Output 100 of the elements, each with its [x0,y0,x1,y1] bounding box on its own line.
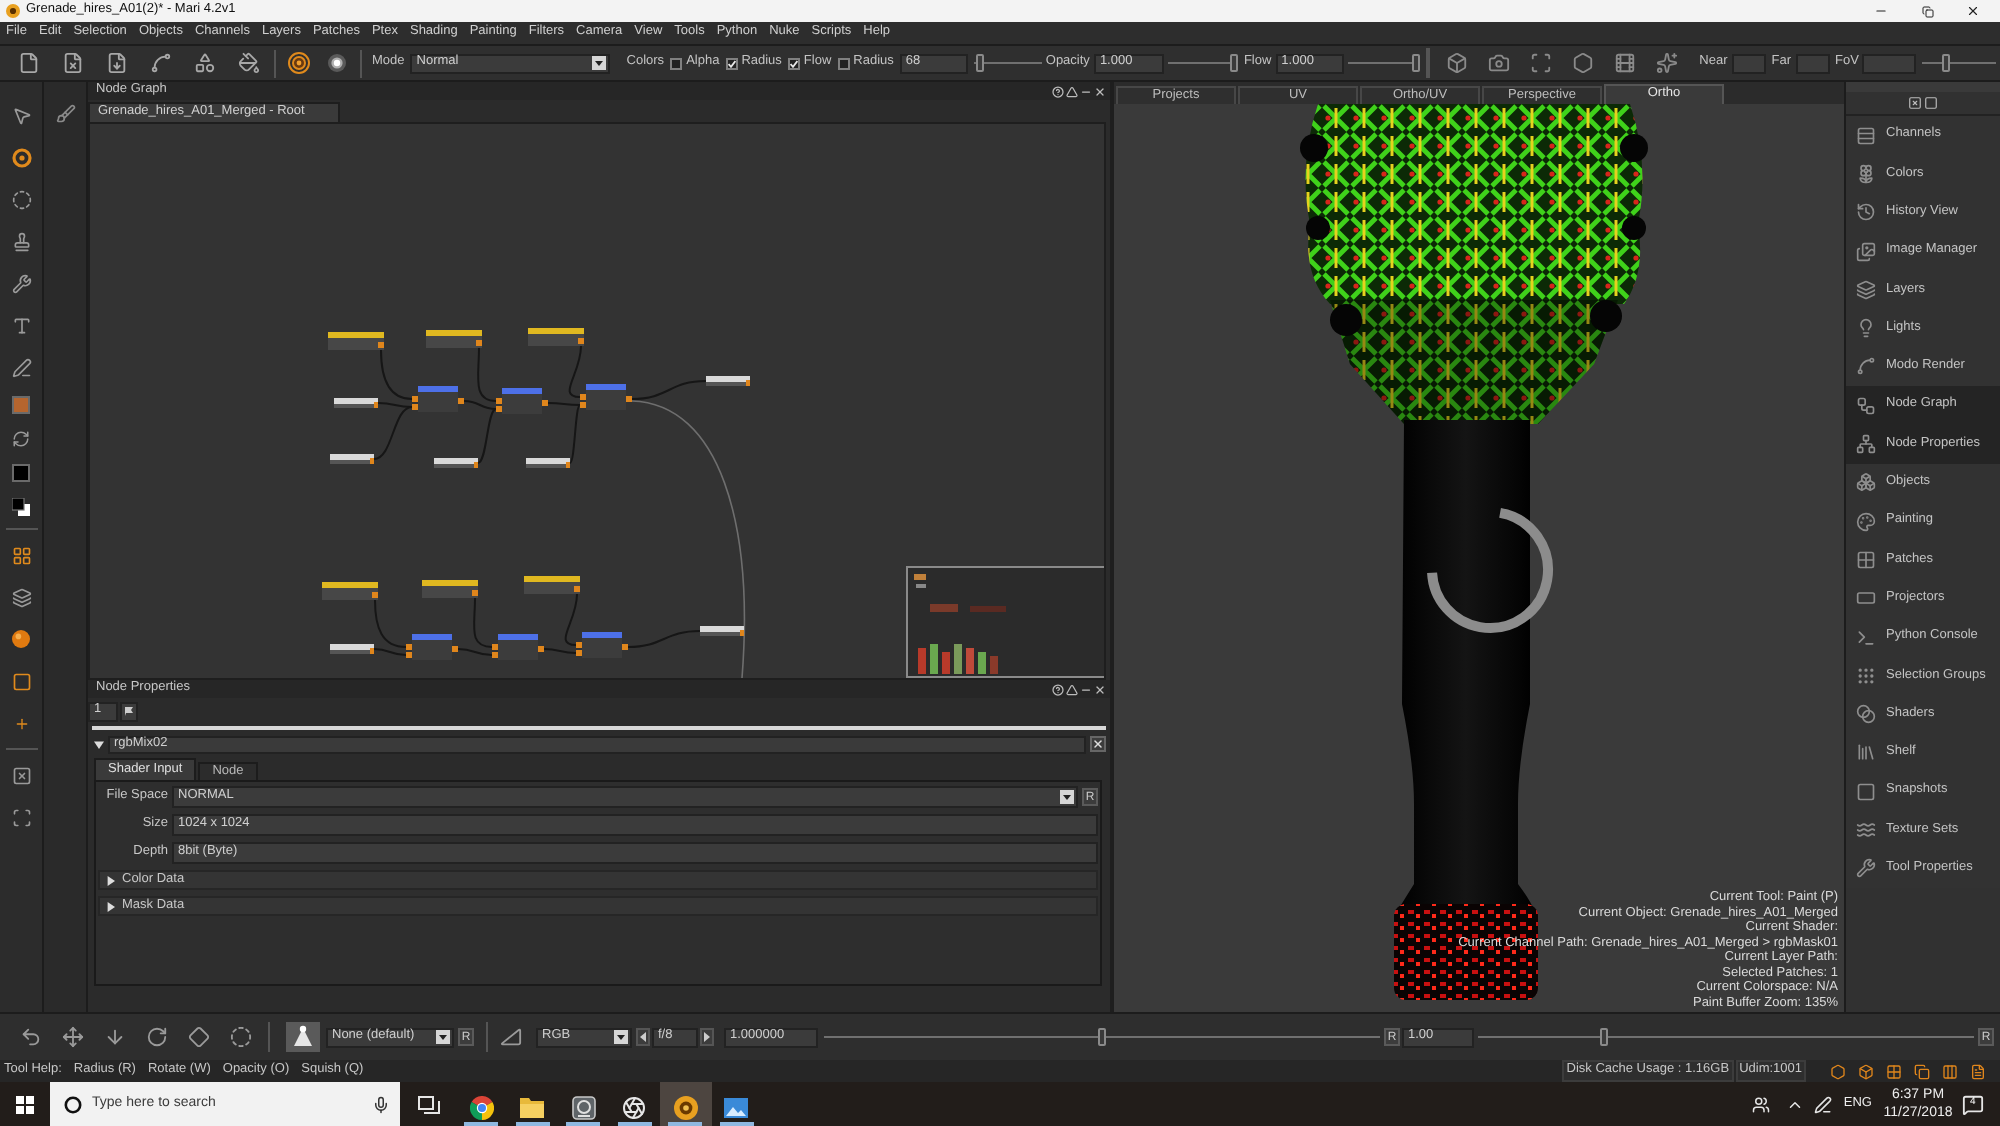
grid-icon[interactable] [1886,1063,1902,1079]
grid-icon[interactable] [1856,549,1876,570]
checkbox[interactable] [670,57,683,69]
cube-icon[interactable] [1445,52,1468,74]
folder-icon[interactable] [520,1097,545,1117]
refresh-icon[interactable] [12,430,30,448]
swatch-icon[interactable] [12,464,30,482]
checkbox[interactable] [837,57,850,69]
cube-icon[interactable] [1858,1063,1874,1079]
minimize-icon[interactable] [1080,683,1092,695]
ring-dot-icon[interactable] [11,147,31,167]
columns-icon[interactable] [1942,1063,1958,1079]
four-squares-icon[interactable] [16,1095,34,1113]
graph-node[interactable] [434,458,478,468]
waves-icon[interactable] [1856,819,1876,840]
next-icon[interactable] [704,1032,710,1042]
images-icon[interactable] [1856,241,1876,262]
graph-node[interactable] [576,632,628,658]
near-field[interactable] [1731,53,1766,73]
pin-button[interactable] [120,701,138,721]
grid-icon[interactable] [11,545,31,565]
graph-node[interactable] [422,580,478,598]
radius-slider[interactable] [973,54,1042,72]
help-icon[interactable] [1052,683,1064,695]
layers-icon[interactable] [1856,279,1876,300]
stamp-icon[interactable] [11,231,31,251]
slider-thumb[interactable] [1098,1028,1106,1046]
tricolor-circle-icon[interactable] [469,1095,494,1119]
slider-thumb[interactable] [1229,54,1238,72]
books-icon[interactable] [1856,742,1876,763]
move-icon[interactable] [62,1026,84,1048]
far-field[interactable] [1795,53,1830,73]
dropdown-arrow-icon[interactable] [1060,790,1074,804]
sphere-icon[interactable] [12,630,30,648]
triangle-icon[interactable] [1066,85,1078,97]
file-download-icon[interactable] [105,52,127,74]
slider-thumb[interactable] [1600,1028,1608,1046]
palette-icon[interactable] [1856,511,1876,532]
graph-node[interactable] [328,332,384,350]
brush-icon[interactable] [55,104,75,124]
graph-node[interactable] [412,386,464,412]
overlapping-circles-icon[interactable] [1856,704,1876,725]
paint-bucket-icon[interactable] [237,52,259,74]
graph-node[interactable] [330,644,374,654]
pointer-icon[interactable] [11,105,31,125]
graph-node[interactable] [528,328,584,346]
picture-icon[interactable] [724,1097,749,1117]
plus-icon[interactable] [13,715,29,731]
rectangle-icon[interactable] [1856,588,1876,609]
undo-icon[interactable] [20,1026,42,1048]
expand-triangle-icon[interactable] [94,739,104,749]
frames-icon[interactable] [417,1095,439,1113]
file-icon[interactable] [17,52,39,74]
disc-icon[interactable] [673,1095,698,1119]
help-icon[interactable] [1052,85,1064,97]
square-icon[interactable] [11,671,31,691]
ring-icon[interactable] [64,1095,82,1113]
aperture-icon[interactable] [622,1095,647,1119]
opacity-slider[interactable] [1167,54,1238,72]
dashed-circle-icon[interactable] [230,1026,252,1048]
glow-dot-icon[interactable] [327,54,345,72]
hexagon-icon[interactable] [1830,1063,1846,1079]
history-icon[interactable] [1856,202,1876,223]
dots-grid-icon[interactable] [1856,665,1876,686]
checkbox[interactable] [725,57,738,69]
square-icon[interactable] [1924,96,1938,110]
dashed-circle-icon[interactable] [11,189,31,209]
graph-node[interactable] [700,626,744,636]
square-x-icon[interactable] [11,765,31,785]
hexagon-icon[interactable] [1571,52,1594,74]
film-icon[interactable] [1613,52,1636,74]
minimap-drawing[interactable] [906,566,1104,678]
text-tool-icon[interactable] [11,315,31,335]
diamond-icon[interactable] [188,1026,210,1048]
spline-icon[interactable] [1856,356,1876,377]
flag-icon[interactable] [124,706,134,716]
expand-triangle-icon[interactable] [106,875,116,885]
flow-slider[interactable] [1347,54,1420,72]
graph-node[interactable] [706,376,750,386]
arrow-down-icon[interactable] [104,1026,126,1048]
hard-drive-icon[interactable] [571,1095,596,1119]
file-x-icon[interactable] [61,52,83,74]
swatch-pair-icon[interactable] [12,498,30,516]
flower-icon[interactable] [1856,163,1876,184]
minimize-icon[interactable] [1874,4,1888,18]
target-icon[interactable] [287,52,309,74]
shapes-icon[interactable] [193,52,215,74]
rotate-icon[interactable] [146,1026,168,1048]
next-button[interactable] [700,1028,714,1046]
slider-thumb[interactable] [976,54,985,72]
boxes-icon[interactable] [1856,472,1876,493]
copy-icon[interactable] [1914,1063,1930,1079]
wrench-icon[interactable] [1856,858,1876,879]
fov-field[interactable] [1862,53,1917,73]
dropdown-arrow-icon[interactable] [614,1030,628,1044]
page-icon[interactable] [1970,1063,1986,1079]
graph-node[interactable] [330,454,374,464]
linked-squares-icon[interactable] [1856,395,1876,416]
rows-icon[interactable] [1856,125,1876,146]
graph-node[interactable] [322,582,378,600]
